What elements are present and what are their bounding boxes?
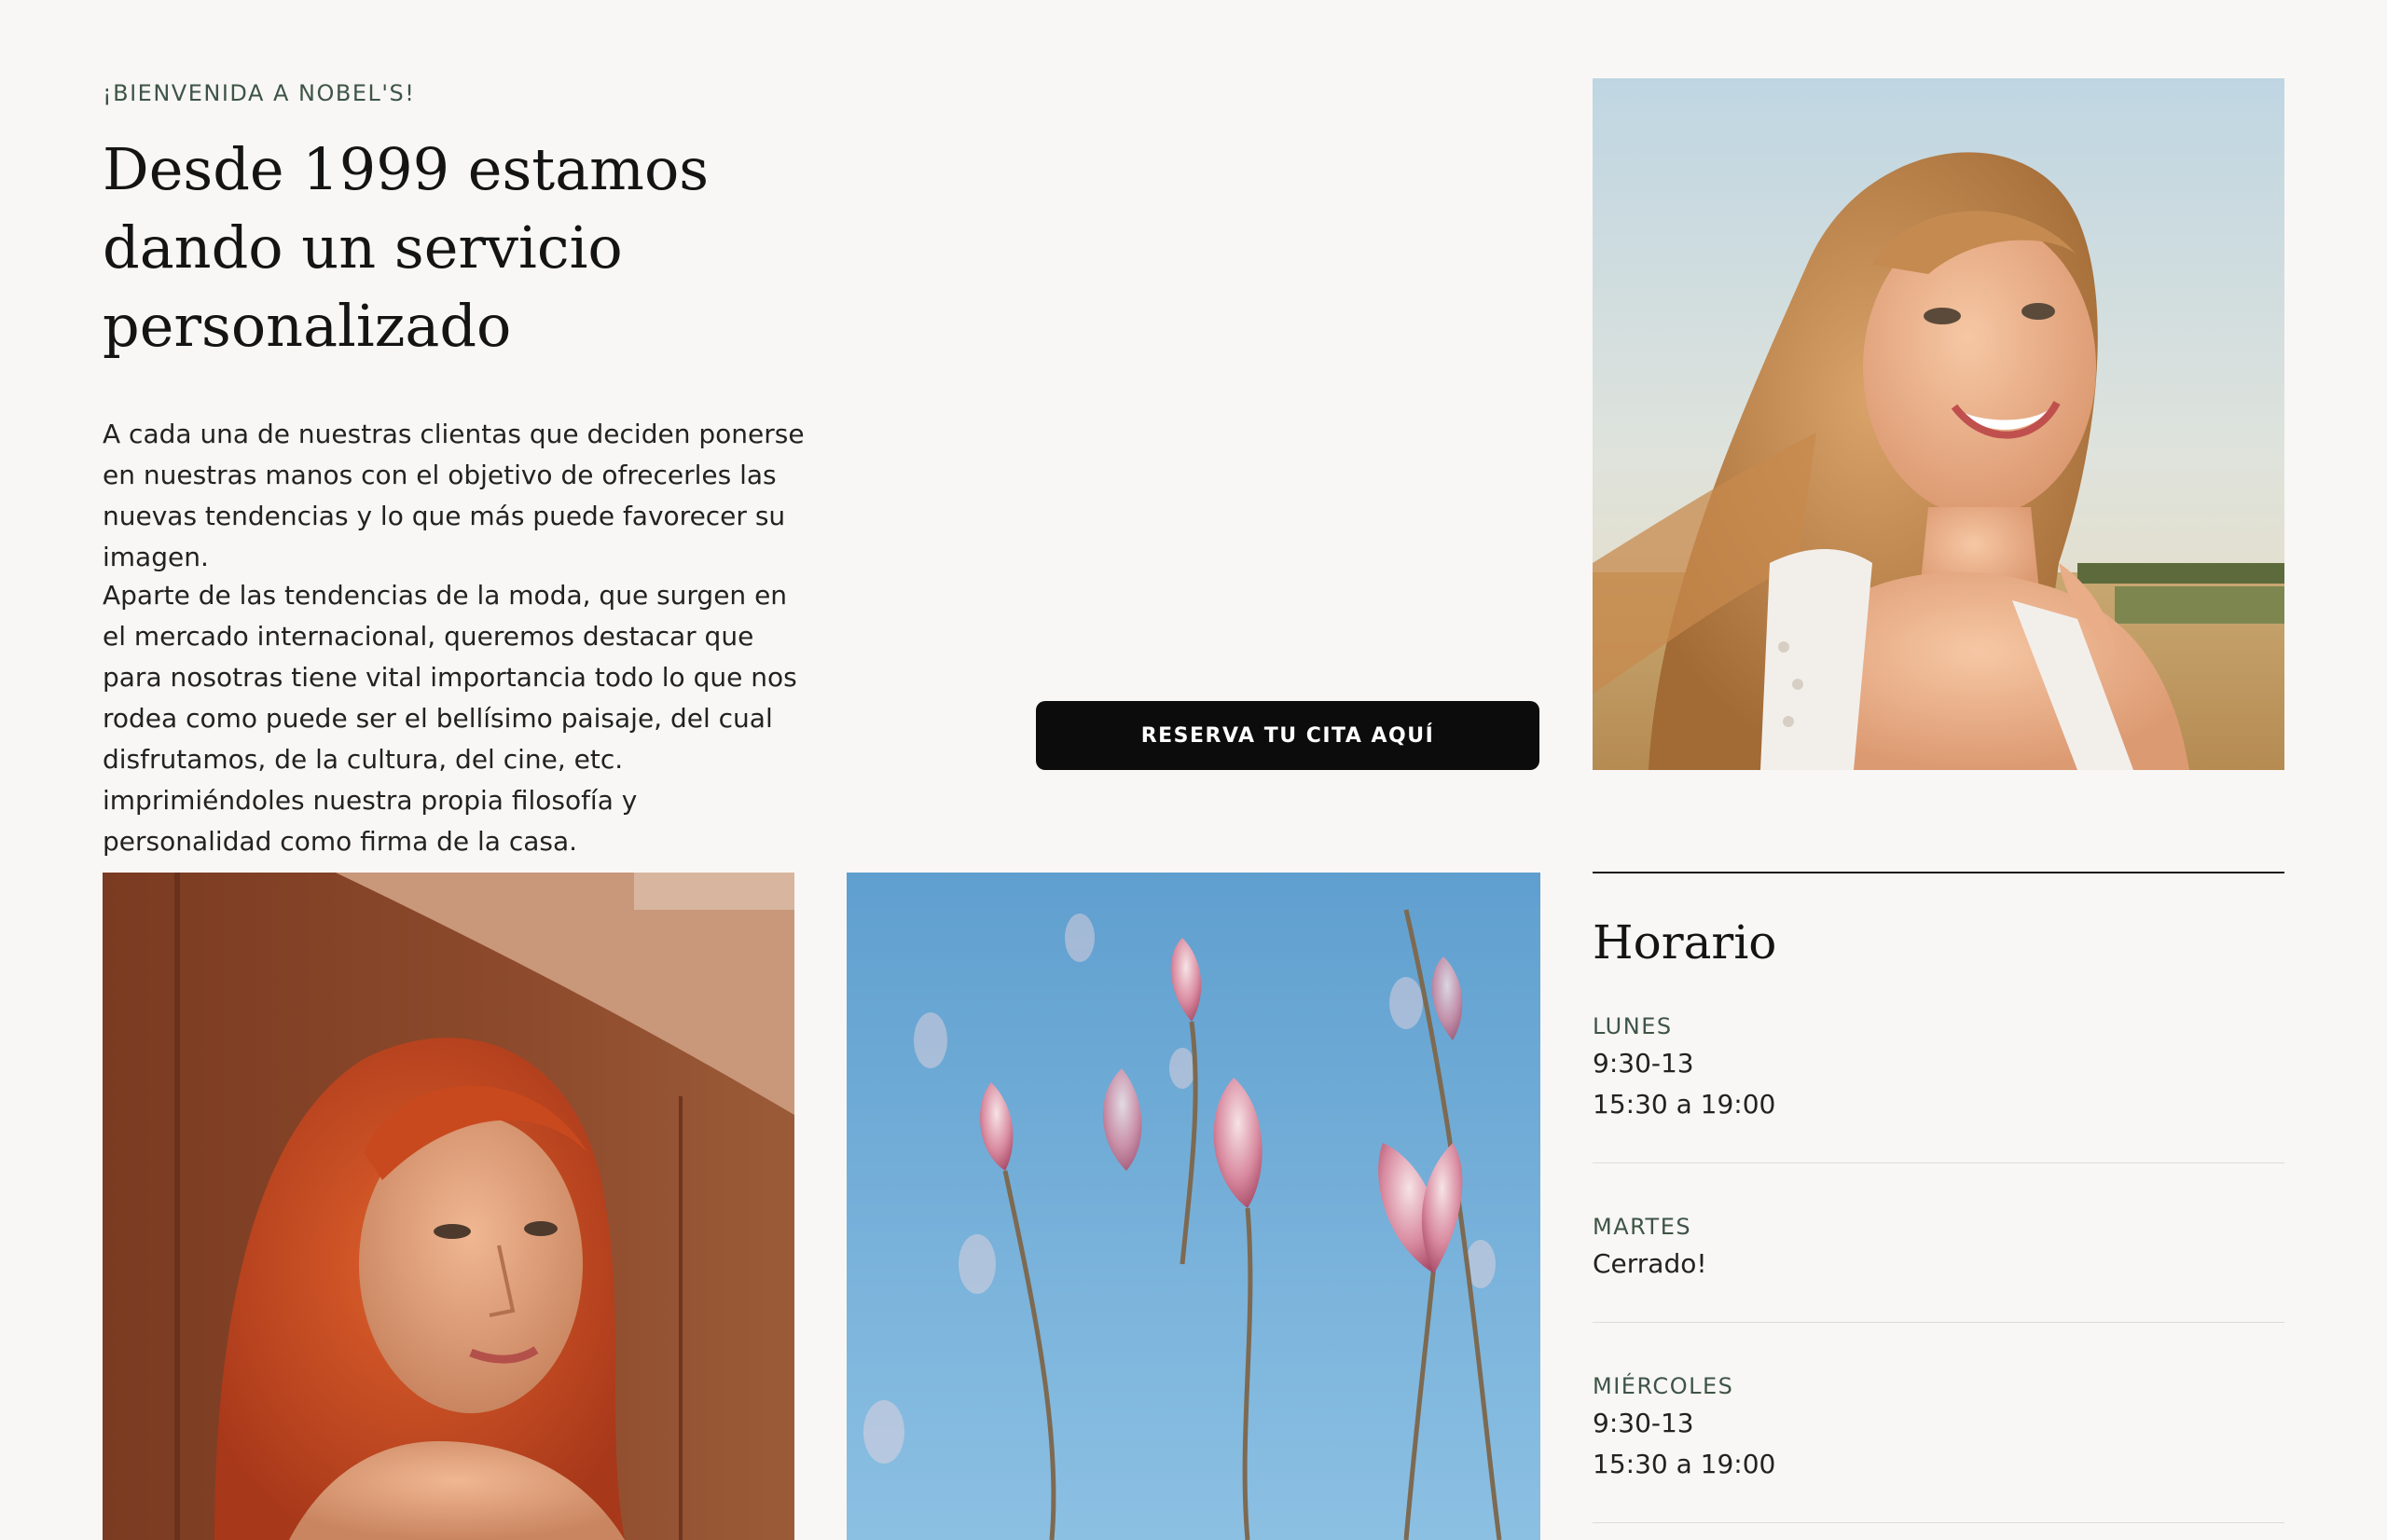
book-appointment-button[interactable]: RESERVA TU CITA AQUÍ	[1036, 701, 1539, 770]
time-slot: 9:30-13	[1593, 1408, 1694, 1438]
day-name: LUNES	[1593, 1013, 1673, 1039]
time-slot: 15:30 a 19:00	[1593, 1089, 1776, 1120]
photo-smiling-woman	[1593, 78, 2284, 770]
opening-hours-title: Horario	[1593, 915, 1777, 969]
time-slot: Cerrado!	[1593, 1248, 1707, 1279]
intro-headline: Desde 1999 estamos dando un servicio per…	[103, 135, 710, 360]
intro-eyebrow: ¡BIENVENIDA A NOBEL'S!	[103, 80, 416, 106]
intro-paragraph-2: Aparte de las tendencias de la moda, que…	[103, 580, 797, 857]
hours-day-monday: LUNES 9:30-13 15:30 a 19:00	[1593, 970, 2284, 1163]
time-slot: 15:30 a 19:00	[1593, 1449, 1776, 1479]
photo-redhead-woman	[103, 873, 794, 1540]
photo-magnolia-flowers	[847, 873, 1540, 1540]
hours-day-tuesday: MARTES Cerrado!	[1593, 1163, 2284, 1323]
day-name: MARTES	[1593, 1214, 1692, 1240]
hours-day-wednesday: MIÉRCOLES 9:30-13 15:30 a 19:00	[1593, 1323, 2284, 1523]
day-name: MIÉRCOLES	[1593, 1373, 1734, 1399]
opening-hours: Horario LUNES 9:30-13 15:30 a 19:00 MART…	[1593, 872, 2284, 1523]
intro-paragraph-1: A cada una de nuestras clientas que deci…	[103, 419, 805, 572]
time-slot: 9:30-13	[1593, 1048, 1694, 1079]
